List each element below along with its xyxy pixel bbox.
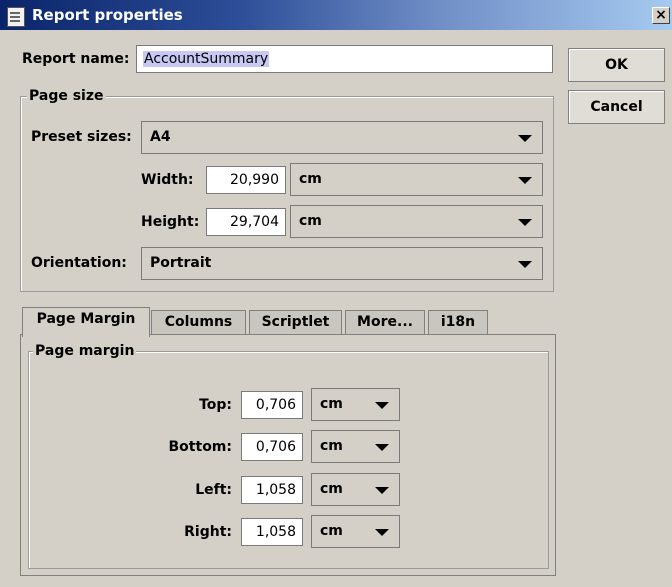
orientation-value: Portrait bbox=[150, 255, 212, 271]
left-margin-input[interactable]: 1,058 bbox=[241, 476, 303, 504]
height-input[interactable]: 29,704 bbox=[206, 208, 286, 236]
tab-more[interactable]: More... bbox=[345, 310, 425, 335]
tab-i18n[interactable]: i18n bbox=[428, 310, 488, 335]
chevron-down-icon bbox=[518, 218, 532, 226]
report-name-input[interactable]: AccountSummary bbox=[136, 45, 553, 73]
report-name-label: Report name: bbox=[22, 51, 130, 67]
height-unit-value: cm bbox=[299, 213, 322, 229]
orientation-label: Orientation: bbox=[31, 255, 127, 271]
width-label: Width: bbox=[141, 172, 194, 188]
right-margin-label: Right: bbox=[184, 524, 232, 540]
tab-page-margin[interactable]: Page Margin bbox=[22, 307, 150, 337]
chevron-down-icon bbox=[375, 486, 389, 494]
left-margin-label: Left: bbox=[195, 482, 232, 498]
tab-columns[interactable]: Columns bbox=[151, 310, 246, 335]
tab-scriptlet[interactable]: Scriptlet bbox=[249, 310, 342, 335]
title-bar[interactable]: Report properties × bbox=[0, 0, 672, 30]
bottom-margin-unit-combo[interactable]: cm bbox=[311, 430, 400, 463]
chevron-down-icon bbox=[518, 176, 532, 184]
page-size-legend: Page size bbox=[27, 88, 106, 104]
chevron-down-icon bbox=[375, 401, 389, 409]
close-button[interactable]: × bbox=[652, 7, 670, 24]
bottom-margin-unit: cm bbox=[320, 438, 343, 454]
chevron-down-icon bbox=[518, 260, 532, 268]
bottom-margin-input[interactable]: 0,706 bbox=[241, 433, 303, 461]
bottom-margin-label: Bottom: bbox=[168, 439, 232, 455]
preset-sizes-value: A4 bbox=[150, 129, 171, 145]
right-margin-unit: cm bbox=[320, 523, 343, 539]
left-margin-unit-combo[interactable]: cm bbox=[311, 473, 400, 506]
right-margin-unit-combo[interactable]: cm bbox=[311, 515, 400, 548]
top-margin-input[interactable]: 0,706 bbox=[241, 391, 303, 419]
orientation-combo[interactable]: Portrait bbox=[141, 247, 543, 280]
right-margin-input[interactable]: 1,058 bbox=[241, 518, 303, 546]
width-unit-value: cm bbox=[299, 171, 322, 187]
left-margin-unit: cm bbox=[320, 481, 343, 497]
window-title: Report properties bbox=[32, 6, 183, 24]
report-name-value: AccountSummary bbox=[143, 51, 270, 67]
width-input[interactable]: 20,990 bbox=[206, 166, 286, 194]
preset-sizes-label: Preset sizes: bbox=[31, 129, 132, 145]
preset-sizes-combo[interactable]: A4 bbox=[141, 121, 543, 154]
page-margin-legend: Page margin bbox=[33, 343, 137, 359]
cancel-button[interactable]: Cancel bbox=[568, 90, 665, 124]
chevron-down-icon bbox=[375, 443, 389, 451]
top-margin-unit-combo[interactable]: cm bbox=[311, 388, 400, 421]
height-label: Height: bbox=[141, 214, 200, 230]
height-unit-combo[interactable]: cm bbox=[290, 205, 543, 238]
top-margin-unit: cm bbox=[320, 396, 343, 412]
chevron-down-icon bbox=[518, 134, 532, 142]
ok-button[interactable]: OK bbox=[568, 48, 665, 82]
top-margin-label: Top: bbox=[199, 397, 232, 413]
document-icon bbox=[7, 7, 25, 27]
width-unit-combo[interactable]: cm bbox=[290, 163, 543, 196]
chevron-down-icon bbox=[375, 528, 389, 536]
